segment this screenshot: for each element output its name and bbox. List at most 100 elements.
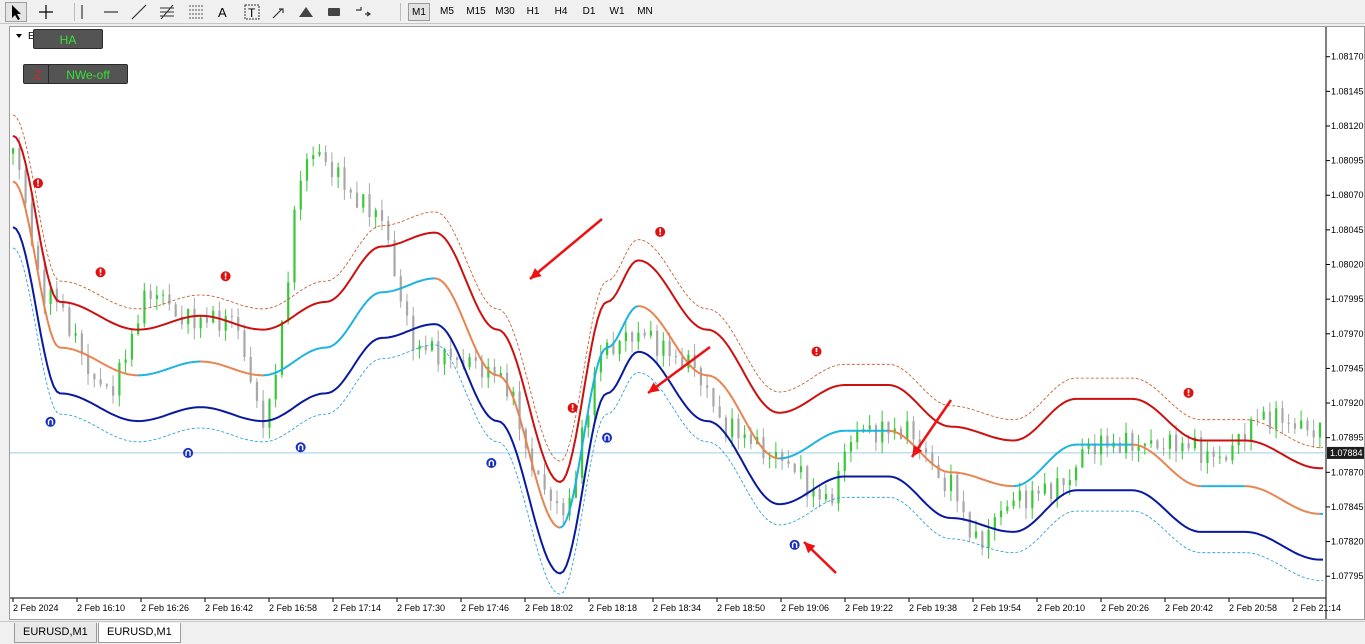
timeframe-m15[interactable]: M15 — [463, 3, 489, 21]
timeframe-w1[interactable]: W1 — [606, 3, 628, 21]
fibo-grid-icon[interactable] — [185, 2, 207, 22]
timeframe-m5[interactable]: M5 — [436, 3, 458, 21]
arrows-menu-icon[interactable] — [352, 2, 374, 22]
candle-body — [768, 457, 771, 459]
timeframe-m1[interactable]: M1 — [408, 3, 430, 21]
middle-line-segment — [368, 295, 374, 300]
timeframe-m30[interactable]: M30 — [492, 3, 518, 21]
middle-line-segment — [150, 372, 154, 375]
middle-line-segment — [728, 392, 733, 399]
arrow-tool-icon[interactable] — [269, 2, 291, 22]
middle-line-segment — [653, 313, 658, 319]
middle-line-segment — [718, 380, 724, 386]
fibonacci-icon[interactable] — [156, 2, 178, 22]
trendline-icon[interactable] — [128, 2, 150, 22]
price-tick-label: 1.08145 — [1331, 86, 1364, 96]
middle-line-segment — [309, 349, 314, 353]
sell-signal-mark — [571, 404, 574, 409]
candle-body — [130, 334, 134, 360]
chart-tab[interactable]: EURUSD,M1 — [14, 623, 97, 643]
middle-line-segment — [831, 431, 836, 435]
middle-line-segment — [162, 368, 167, 372]
chart-area[interactable]: 1.08170 1.08145 1.08120 1.08095 1.08070 1.080… — [9, 26, 1365, 620]
middle-line-segment — [337, 337, 343, 342]
middle-line-segment — [419, 279, 423, 283]
price-chart[interactable]: 1.08170 1.08145 1.08120 1.08095 1.08070 1.080… — [10, 27, 1364, 619]
rectangle-icon[interactable] — [323, 2, 345, 22]
middle-line-segment — [168, 366, 173, 370]
candle-body — [881, 421, 884, 443]
middle-line-segment — [72, 348, 76, 352]
candle-body — [1018, 490, 1021, 501]
candle-body — [218, 310, 221, 331]
middle-line-segment — [1288, 502, 1293, 507]
middle-line-segment — [56, 344, 61, 349]
middle-line-segment — [349, 319, 355, 326]
middle-line-segment — [465, 326, 471, 335]
candle-body — [1024, 490, 1028, 509]
triangle-icon[interactable] — [295, 2, 317, 22]
timeframe-h1[interactable]: H1 — [522, 3, 544, 21]
time-tick-label: 2 Feb 18:02 — [525, 603, 573, 613]
candle-body — [368, 194, 371, 218]
middle-line-segment — [1050, 455, 1055, 460]
chart-tab-active[interactable]: EURUSD,M1 — [98, 623, 181, 643]
candle-body — [1043, 483, 1046, 494]
middle-line-segment — [128, 373, 132, 376]
middle-line-segment — [1025, 479, 1030, 484]
middle-line-segment — [825, 433, 830, 437]
candle-body — [268, 399, 271, 428]
middle-line-segment — [743, 419, 749, 426]
middle-line-segment — [266, 373, 270, 377]
candle-body — [68, 307, 71, 336]
candle-body — [537, 470, 540, 475]
text-label-icon[interactable]: T — [241, 2, 263, 22]
candle-body — [112, 386, 115, 396]
candle-body — [556, 500, 559, 504]
middle-line-segment — [400, 286, 405, 290]
candle-body — [1075, 467, 1078, 481]
candle-body — [468, 357, 471, 367]
middle-line-segment — [791, 453, 796, 457]
text-icon[interactable]: A — [212, 2, 234, 22]
candle-body — [656, 330, 659, 356]
ha-button[interactable]: HA — [33, 29, 103, 49]
middle-line-segment — [559, 524, 564, 529]
candle-body — [712, 388, 715, 407]
middle-line-segment — [284, 364, 289, 369]
middle-line-segment — [287, 362, 292, 367]
middle-line-segment — [618, 326, 624, 334]
middle-line-segment — [75, 349, 79, 353]
nwe-toggle-button[interactable]: NWe-off — [48, 64, 128, 84]
middle-line-segment — [312, 348, 317, 352]
middle-line-segment — [18, 188, 24, 198]
middle-line-segment — [15, 182, 21, 190]
candle-body — [924, 448, 928, 453]
cursor-icon[interactable] — [5, 2, 27, 22]
crosshair-icon[interactable] — [35, 2, 57, 22]
middle-line-segment — [960, 472, 964, 475]
candle-body — [74, 333, 77, 336]
candle-body — [18, 148, 21, 170]
candle-body — [387, 220, 390, 241]
middle-line-segment — [894, 430, 899, 434]
middle-line-segment — [988, 480, 992, 484]
timeframe-d1[interactable]: D1 — [578, 3, 600, 21]
time-tick-label: 2 Feb 20:42 — [1165, 603, 1213, 613]
horizontal-line-icon[interactable] — [100, 2, 122, 22]
timeframe-mn[interactable]: MN — [632, 3, 658, 21]
middle-line-segment — [446, 287, 452, 294]
candle-body — [374, 210, 377, 218]
timeframe-h4[interactable]: H4 — [550, 3, 572, 21]
candle-body — [1037, 490, 1040, 494]
middle-line-segment — [1297, 507, 1302, 511]
candle-body — [293, 209, 296, 283]
middle-line-segment — [975, 476, 980, 480]
middle-line-segment — [1300, 508, 1305, 512]
middle-line-segment — [452, 297, 458, 306]
vertical-line-icon[interactable] — [71, 2, 93, 22]
candle-body — [349, 189, 352, 193]
middle-line-segment — [471, 341, 477, 350]
candle-body — [718, 406, 721, 418]
time-tick-label: 2 Feb 18:34 — [653, 603, 701, 613]
